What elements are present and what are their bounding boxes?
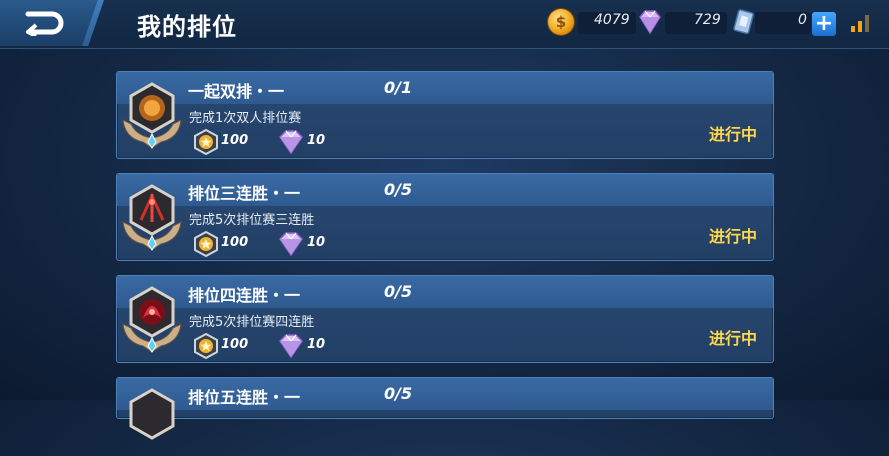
task-status: 进行中 <box>708 329 757 348</box>
task-description: 完成5次排位赛三连胜 <box>189 213 315 228</box>
coin-reward-icon <box>194 231 218 257</box>
gem-reward-icon <box>279 232 303 257</box>
task-row[interactable]: 一起双排・一 0/1 完成1次双人排位赛 100 10 进行中 <box>116 71 774 159</box>
top-bar: 我的排位 $ 4079 729 0 + <box>0 0 889 49</box>
task-status: 进行中 <box>708 227 757 246</box>
task-progress: 0/5 <box>384 384 413 403</box>
ticket-card-icon <box>733 9 754 35</box>
task-progress: 0/5 <box>384 282 413 301</box>
coin-reward-value: 100 <box>221 133 249 148</box>
back-button[interactable] <box>0 0 98 46</box>
task-description: 完成1次双人排位赛 <box>189 111 302 126</box>
task-description: 完成5次排位赛四连胜 <box>189 315 315 330</box>
card-value: 0 <box>798 12 807 28</box>
task-title: 排位五连胜・一 <box>188 388 301 407</box>
coin-reward-value: 100 <box>221 235 249 250</box>
task-title: 一起双排・一 <box>188 82 285 101</box>
rank-badge-icon <box>129 388 175 440</box>
diamond-value: 729 <box>694 12 721 28</box>
task-progress: 0/1 <box>384 78 413 97</box>
add-currency-button[interactable]: + <box>812 12 836 36</box>
gold-coin-icon: $ <box>548 9 574 35</box>
signal-strength-icon <box>851 15 869 32</box>
task-title: 排位四连胜・一 <box>188 286 301 305</box>
rank-badge-icon <box>122 286 182 353</box>
coin-reward-icon <box>194 129 218 155</box>
back-arrow-icon <box>25 11 64 36</box>
gem-reward-icon <box>279 130 303 155</box>
page-title: 我的排位 <box>137 13 237 41</box>
gem-reward-icon <box>279 334 303 359</box>
gem-reward-value: 10 <box>307 337 326 352</box>
task-status: 进行中 <box>708 125 757 144</box>
gem-reward-value: 10 <box>307 133 326 148</box>
gold-value: 4079 <box>594 12 630 28</box>
task-row[interactable]: 排位三连胜・一 0/5 完成5次排位赛三连胜 100 10 进行中 <box>116 173 774 261</box>
task-progress: 0/5 <box>384 180 413 199</box>
task-title: 排位三连胜・一 <box>188 184 301 203</box>
rank-badge-icon <box>122 82 182 149</box>
gem-reward-value: 10 <box>307 235 326 250</box>
task-row[interactable]: 排位四连胜・一 0/5 完成5次排位赛四连胜 100 10 进行中 <box>116 275 774 363</box>
task-row[interactable]: 排位五连胜・一 0/5 <box>116 377 774 440</box>
diamond-icon <box>639 10 661 35</box>
coin-reward-value: 100 <box>221 337 249 352</box>
coin-reward-icon <box>194 333 218 359</box>
rank-badge-icon <box>122 184 182 251</box>
